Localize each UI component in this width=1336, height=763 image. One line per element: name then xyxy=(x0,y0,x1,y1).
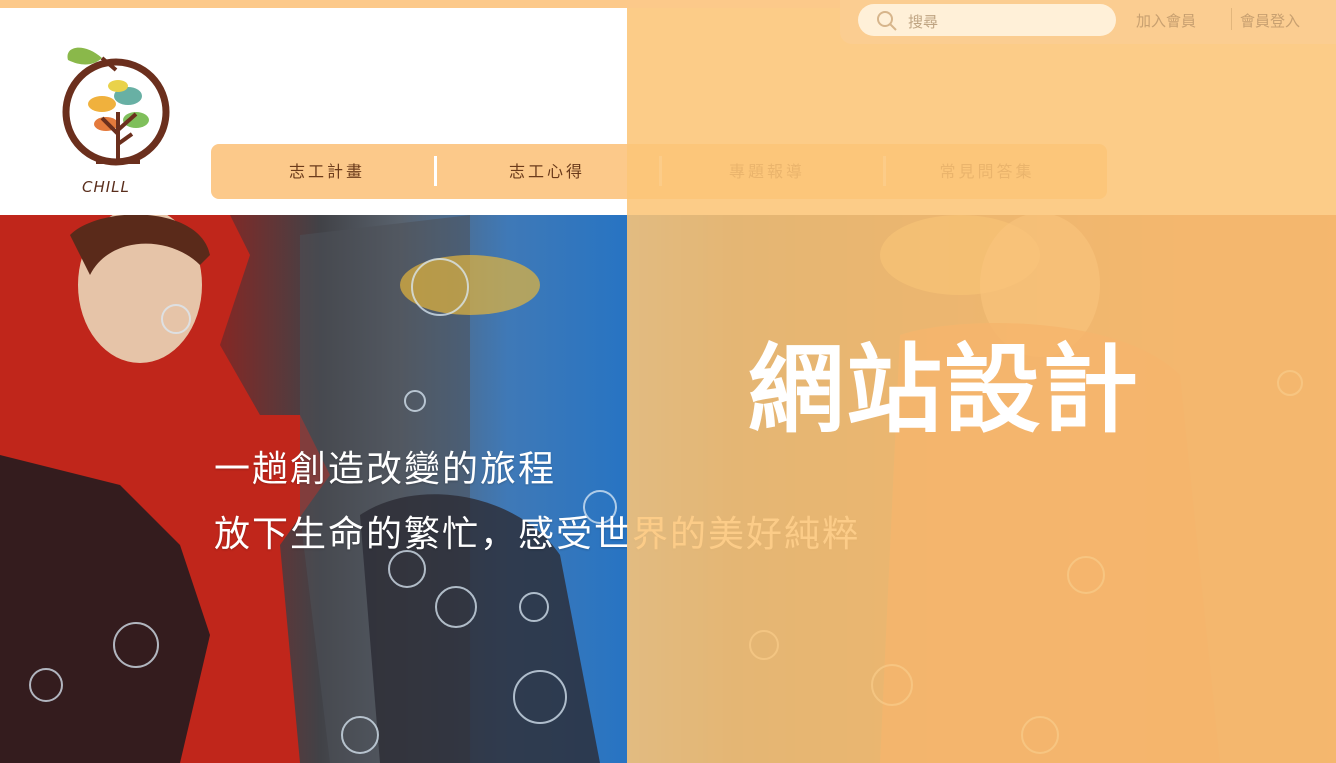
hero-photo xyxy=(0,215,1303,763)
nav-divider xyxy=(883,156,886,186)
hero-banner: 一趟創造改變的旅程 放下生命的繁忙，感受世界的美好純粹 xyxy=(0,215,1336,763)
hero-tagline-1: 一趟創造改變的旅程 xyxy=(214,449,557,490)
logo-text: CHILL xyxy=(82,178,130,196)
main-nav: 志工計畫 志工心得 專題報導 常見問答集 xyxy=(211,144,1107,199)
nav-item-volunteer-plans[interactable]: 志工計畫 xyxy=(229,144,425,199)
hero-tagline-2: 放下生命的繁忙，感受世界的美好純粹 xyxy=(214,514,861,555)
nav-divider xyxy=(434,156,437,186)
search-bar-area: 搜尋 加入會員 會員登入 xyxy=(840,0,1336,44)
join-member-link[interactable]: 加入會員 xyxy=(1136,10,1196,31)
nav-item-faq[interactable]: 常見問答集 xyxy=(889,144,1085,199)
nav-item-feature-reports[interactable]: 專題報導 xyxy=(669,144,865,199)
chill-logo[interactable] xyxy=(44,34,194,199)
search-placeholder: 搜尋 xyxy=(908,13,939,31)
member-login-link[interactable]: 會員登入 xyxy=(1240,10,1300,31)
search-input[interactable]: 搜尋 xyxy=(858,4,1116,36)
top-link-divider xyxy=(1231,8,1232,30)
nav-divider xyxy=(659,156,662,186)
overlay-title: 網站設計 xyxy=(748,334,1140,446)
search-icon[interactable] xyxy=(876,10,898,32)
nav-item-volunteer-stories[interactable]: 志工心得 xyxy=(449,144,645,199)
